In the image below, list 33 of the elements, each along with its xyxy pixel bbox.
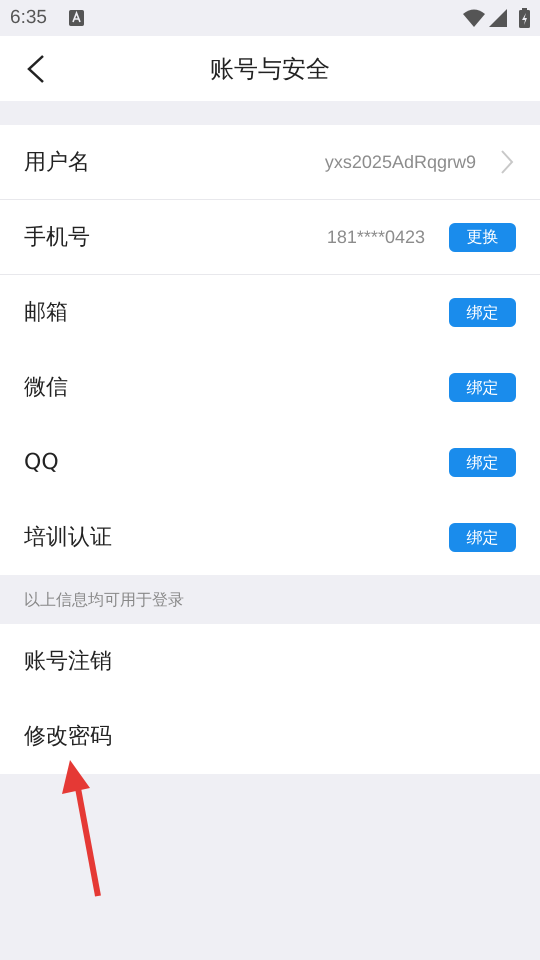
wifi-icon [463, 9, 485, 27]
signal-icon [489, 9, 507, 27]
bind-button[interactable]: 绑定 [449, 298, 516, 327]
settings-row[interactable]: 手机号 181****0423 更换 [0, 200, 540, 275]
notification-icon [68, 10, 84, 26]
status-time: 6:35 [10, 6, 47, 30]
settings-row[interactable]: 账号注销 [0, 624, 540, 699]
row-label: 修改密码 [24, 723, 113, 751]
battery-icon [519, 8, 530, 28]
row-value: 181****0423 [326, 226, 425, 248]
page-title: 账号与安全 [210, 54, 330, 84]
row-label: 手机号 [24, 224, 91, 252]
chevron-icon [500, 149, 514, 175]
row-label: 微信 [24, 374, 69, 402]
bind-button[interactable]: 绑定 [449, 373, 516, 402]
row-value: yxs2025AdRqgrw9 [324, 150, 476, 174]
row-label: QQ [24, 449, 60, 477]
settings-row[interactable]: 微信 绑定 [0, 350, 540, 425]
bind-button[interactable]: 更换 [449, 222, 516, 252]
bind-button[interactable]: 绑定 [449, 448, 516, 477]
back-icon [26, 54, 46, 84]
settings-row[interactable]: 修改密码 [0, 699, 540, 774]
note-text: 以上信息均可用于登录 [24, 588, 184, 610]
row-label: 账号注销 [24, 648, 113, 676]
settings-row[interactable]: 用户名 yxs2025AdRqgrw9 [0, 125, 540, 200]
row-label: 培训认证 [24, 524, 113, 552]
settings-row[interactable]: 培训认证 绑定 [0, 500, 540, 575]
row-label: 邮箱 [24, 299, 69, 327]
settings-row[interactable]: QQ 绑定 [0, 425, 540, 500]
back-button[interactable] [26, 54, 46, 84]
bind-button[interactable]: 绑定 [449, 523, 516, 552]
settings-row[interactable]: 邮箱 绑定 [0, 275, 540, 350]
row-label: 用户名 [24, 148, 91, 176]
